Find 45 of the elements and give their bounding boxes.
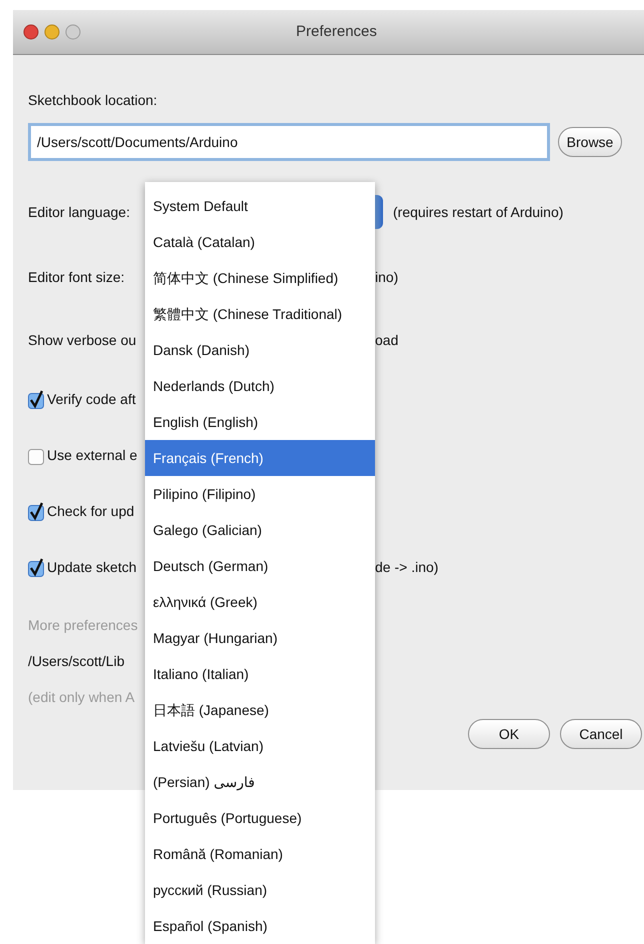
checkbox-label: Update sketch (47, 559, 136, 575)
checkbox-label: Check for upd (47, 503, 134, 519)
menu-item[interactable]: 繁體中文 (Chinese Traditional) (145, 296, 375, 332)
setting-text: ino) (375, 268, 398, 284)
setting-label: Show verbose ou (28, 332, 136, 348)
setting-text: de -> .ino) (375, 559, 438, 575)
menu-item[interactable]: Deutsch (German) (145, 548, 375, 584)
ok-button[interactable]: OK (468, 719, 550, 749)
checkbox-label: Verify code aft (47, 391, 136, 407)
browse-button[interactable]: Browse (558, 127, 622, 157)
menu-item[interactable]: русский (Russian) (145, 872, 375, 908)
field-label: Sketchbook location: (28, 91, 158, 110)
checkbox-label: Use external e (47, 447, 138, 463)
path-text: /Users/scott/Lib (28, 652, 126, 671)
menu-item[interactable]: Pilipino (Filipino) (145, 476, 375, 512)
checkbox[interactable] (28, 502, 44, 520)
window-title: Preferences (296, 23, 377, 40)
menu-item[interactable]: Română (Romanian) (145, 836, 375, 872)
menu-item[interactable]: Galego (Galician) (145, 512, 375, 548)
menu-item[interactable]: Italiano (Italian) (145, 656, 375, 692)
menu-item[interactable]: Català (Catalan) (145, 224, 375, 260)
popup-button-edge[interactable] (375, 195, 383, 229)
menu-item[interactable]: Português (Portuguese) (145, 800, 375, 836)
hint-text: (edit only when A (28, 688, 136, 707)
menu-item[interactable]: ελληνικά (Greek) (145, 584, 375, 620)
setting-text: (requires restart of Arduino) (393, 204, 564, 220)
menu-item[interactable]: Latviešu (Latvian) (145, 728, 375, 764)
menu-item[interactable]: System Default (145, 188, 375, 224)
menu-item[interactable]: English (English) (145, 404, 375, 440)
menu-item[interactable]: Español (Spanish) (145, 908, 375, 944)
menu-item[interactable]: Français (French) (145, 440, 375, 476)
cancel-button[interactable]: Cancel (560, 719, 642, 749)
setting-text: oad (375, 332, 398, 348)
checkbox[interactable] (28, 558, 44, 576)
menu-item[interactable]: Dansk (Danish) (145, 332, 375, 368)
hint-text: More preferences (28, 616, 139, 635)
menu-item[interactable]: Nederlands (Dutch) (145, 368, 375, 404)
setting-label: Editor font size: (28, 268, 124, 284)
setting-label: Editor language: (28, 204, 130, 220)
menu-item[interactable]: 简体中文 (Chinese Simplified) (145, 260, 375, 296)
input-field[interactable]: /Users/scott/Documents/Arduino (28, 123, 550, 161)
menu-item[interactable]: 日本語 (Japanese) (145, 692, 375, 728)
checkbox[interactable] (28, 390, 44, 408)
menu-item[interactable]: (Persian) فارسی (145, 764, 375, 800)
menu-item[interactable]: Magyar (Hungarian) (145, 620, 375, 656)
